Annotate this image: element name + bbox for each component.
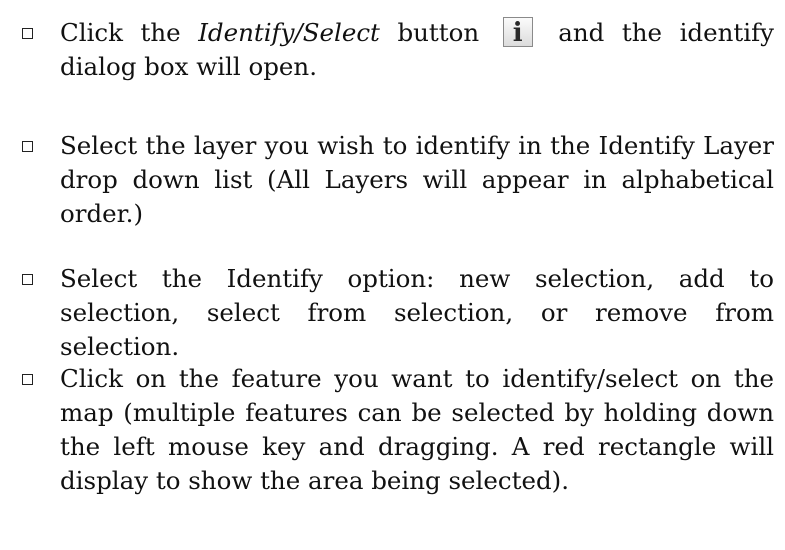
checkbox-bullet-icon xyxy=(22,28,33,39)
list-item-text: Click on the feature you want to identif… xyxy=(60,364,774,495)
list-item-text: Select the layer you wish to identify in… xyxy=(60,131,774,228)
list-item-text: Select the Identify option: new selectio… xyxy=(60,264,774,361)
identify-select-button-icon: i xyxy=(502,17,533,48)
checkbox-bullet-icon xyxy=(22,374,33,385)
info-i-icon: i xyxy=(512,18,523,48)
instruction-document: Click the Identify/Select button i and t… xyxy=(0,0,785,550)
checkbox-bullet-icon xyxy=(22,141,33,152)
text-segment: button xyxy=(379,18,480,47)
list-item-text: Click the Identify/Select button i and t… xyxy=(60,16,774,84)
identify-select-emphasis: Identify/Select xyxy=(198,18,380,47)
text-segment: Click the xyxy=(60,18,199,47)
checkbox-bullet-icon xyxy=(22,274,33,285)
